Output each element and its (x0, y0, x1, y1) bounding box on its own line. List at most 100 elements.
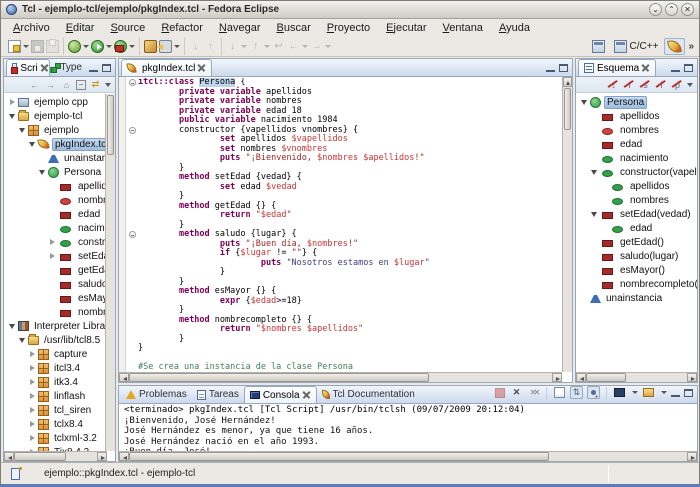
hide-private-icon[interactable]: p (671, 78, 684, 91)
collapse-all-icon[interactable]: − (76, 80, 86, 90)
hide-local-types-icon[interactable]: l (655, 78, 668, 91)
explorer-item-nombres[interactable]: nombres (4, 193, 107, 207)
scroll-left-icon[interactable] (119, 452, 129, 461)
home-icon[interactable]: ⌂ (60, 78, 73, 91)
scroll-lock-icon[interactable] (570, 386, 583, 399)
outline-item-saludo-lugar[interactable]: saludo(lugar) (576, 249, 697, 263)
explorer-item-itk3-4[interactable]: itk3.4 (4, 375, 107, 389)
explorer-item-usr-lib-tcl8-5[interactable]: /usr/lib/tcl8.5 (4, 333, 107, 347)
outline-item-unainstancia[interactable]: unainstancia (576, 291, 697, 305)
back-icon[interactable]: ← (28, 78, 41, 91)
external-tools-dropdown-icon[interactable] (129, 45, 135, 48)
explorer-item-ejemplo-cpp[interactable]: ejemplo cpp (4, 95, 107, 109)
menu-archivo[interactable]: Archivo (5, 21, 58, 35)
display-icon[interactable] (613, 386, 626, 399)
outline-item-apellidos[interactable]: apellidos (576, 109, 697, 123)
explorer-item-unainstancia[interactable]: unainstancia (4, 151, 107, 165)
scroll-left-icon[interactable] (119, 373, 129, 382)
expand-icon[interactable] (28, 392, 37, 401)
open-dropdown-icon[interactable] (661, 391, 667, 394)
menu-navegar[interactable]: Navegar (211, 21, 269, 35)
code-line[interactable]: } (127, 344, 562, 354)
outline-item-apellidos[interactable]: apellidos (576, 179, 697, 193)
new-wizard-dropdown-icon[interactable] (23, 45, 29, 48)
close-editor-icon[interactable] (198, 64, 206, 72)
open-perspective-button[interactable] (589, 39, 608, 54)
fold-collapse-icon[interactable] (127, 230, 138, 240)
menu-source[interactable]: Source (102, 21, 153, 35)
open-icon[interactable] (642, 386, 655, 399)
menu-ejecutar[interactable]: Ejecutar (378, 21, 434, 35)
code-line[interactable]: } (127, 268, 562, 278)
menu-editar[interactable]: Editar (58, 21, 103, 35)
outline-item-esmayor[interactable]: esMayor() (576, 263, 697, 277)
scroll-left-icon[interactable] (576, 373, 586, 382)
expand-icon[interactable] (28, 434, 37, 443)
code-line[interactable]: } (127, 335, 562, 345)
editor-tab-pkgindex[interactable]: pkgIndex.tcl (121, 59, 212, 76)
outline-hscrollbar[interactable] (576, 372, 697, 382)
explorer-item-capture[interactable]: capture (4, 347, 107, 361)
minimize-console-icon[interactable] (671, 389, 680, 397)
explorer-item-esmayor[interactable]: esMayor() (4, 291, 107, 305)
perspective-overflow-chevron[interactable]: » (688, 41, 694, 52)
close-window-icon[interactable]: ✕ (681, 3, 694, 16)
maximize-explorer-icon[interactable] (102, 64, 111, 72)
outline-item-persona[interactable]: Persona (576, 95, 697, 109)
outline-item-nacimiento[interactable]: nacimiento (576, 151, 697, 165)
explorer-item-interpreter-libraries[interactable]: Interpreter Libraries (4, 319, 107, 333)
pin-icon[interactable] (587, 386, 600, 399)
hscroll-track[interactable] (626, 373, 687, 382)
view-tab-scri[interactable]: Scri (6, 59, 50, 76)
view-menu-icon[interactable] (687, 83, 693, 87)
menu-refactor[interactable]: Refactor (153, 21, 211, 35)
minimize-explorer-icon[interactable] (89, 64, 98, 72)
console-tab-consola[interactable]: Consola (244, 386, 317, 403)
debug-button[interactable] (67, 37, 90, 55)
scroll-up-icon[interactable] (563, 77, 572, 87)
expand-icon[interactable] (28, 420, 37, 429)
debug-dropdown-icon[interactable] (83, 45, 89, 48)
collapse-icon[interactable] (8, 112, 17, 121)
editor-body[interactable]: itcl::class Persona { private variable a… (119, 77, 572, 382)
maximize-console-icon[interactable] (684, 389, 693, 397)
fold-minus-icon[interactable] (129, 231, 136, 238)
editor-hscrollbar[interactable] (119, 372, 562, 382)
hscroll-track[interactable] (66, 452, 97, 461)
scroll-right-icon[interactable] (552, 373, 562, 382)
minimize-outline-icon[interactable] (671, 64, 680, 72)
console-tab-tcl-documentation[interactable]: Tcl Documentation (317, 386, 420, 403)
close-view-icon[interactable] (41, 64, 44, 72)
scroll-right-icon[interactable] (687, 452, 697, 461)
code-line[interactable]: set edad $vedad (127, 183, 562, 193)
close-outline-icon[interactable] (642, 64, 650, 72)
view-menu-icon[interactable] (105, 83, 111, 87)
explorer-item-ejemplo[interactable]: ejemplo (4, 123, 107, 137)
new-wizard-button[interactable] (7, 37, 30, 55)
view-tab-type[interactable]: Type (50, 59, 87, 76)
display-dropdown-icon[interactable] (632, 391, 638, 394)
outline-item-nombres[interactable]: nombres (576, 123, 697, 137)
explorer-item-tcl-siren[interactable]: tcl_siren (4, 403, 107, 417)
code-line[interactable]: return "$nombres $apellidos" (127, 325, 562, 335)
menu-ventana[interactable]: Ventana (435, 21, 491, 35)
menu-proyecto[interactable]: Proyecto (319, 21, 378, 35)
expand-icon[interactable] (48, 238, 57, 247)
close-view-icon[interactable] (303, 391, 311, 399)
menu-buscar[interactable]: Buscar (269, 21, 319, 35)
cpp-perspective-button[interactable]: C/C++ (611, 39, 662, 54)
outline-tab[interactable]: Esquema (578, 59, 656, 76)
tcl-perspective-button[interactable] (664, 38, 685, 55)
explorer-item-linflash[interactable]: linflash (4, 389, 107, 403)
remove-all-icon[interactable] (527, 386, 540, 399)
remove-launch-icon[interactable] (510, 386, 523, 399)
explorer-item-setedad-vedad[interactable]: setEdad(vedad) (4, 249, 107, 263)
collapse-icon[interactable] (18, 126, 27, 135)
code-area[interactable]: itcl::class Persona { private variable a… (127, 78, 562, 372)
outline-item-getedad[interactable]: getEdad() (576, 235, 697, 249)
expand-icon[interactable] (48, 252, 57, 261)
console-tab-tareas[interactable]: Tareas (192, 386, 244, 403)
outline-item-setedad-vedad[interactable]: setEdad(vedad) (576, 207, 697, 221)
fold-minus-icon[interactable] (129, 79, 136, 86)
hscroll-track[interactable] (549, 452, 687, 461)
